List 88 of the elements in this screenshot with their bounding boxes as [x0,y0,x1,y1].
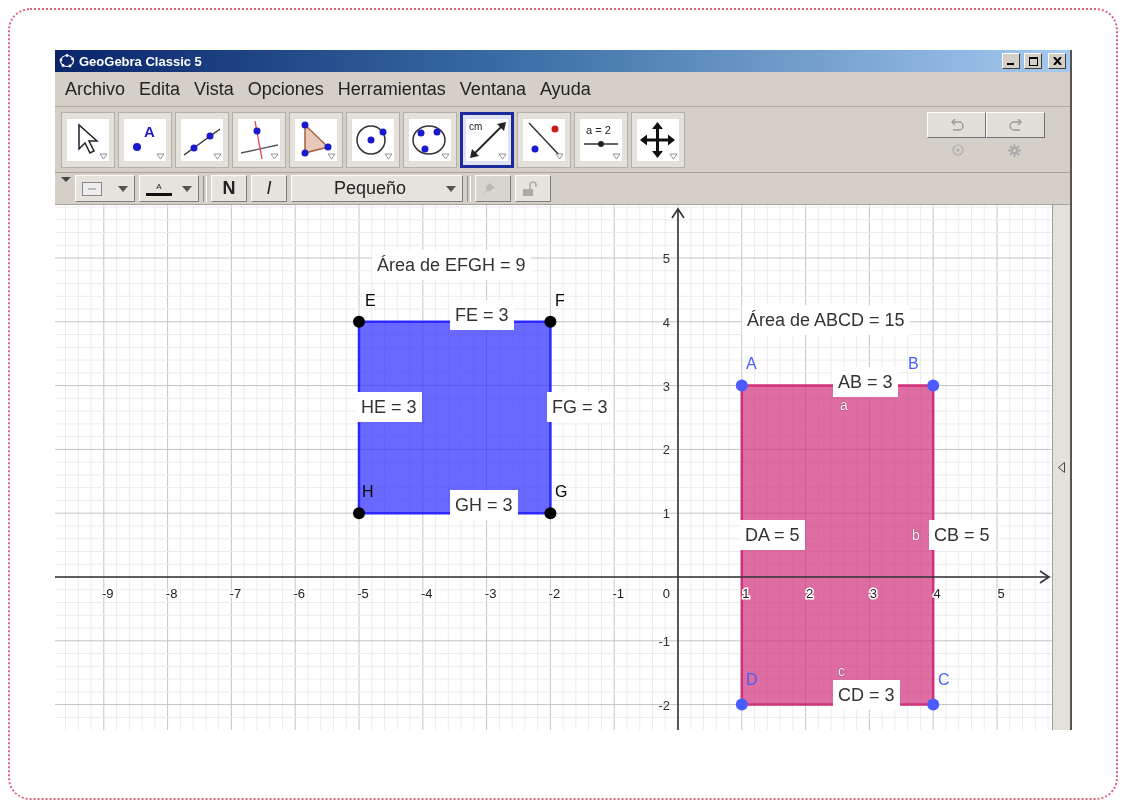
length-label: FE = 3 [450,300,514,330]
tool-button[interactable] [517,112,571,168]
menu-item[interactable]: Opciones [243,78,328,100]
axis-label: -1 [612,586,624,601]
point-label: B [908,355,919,373]
redo-button[interactable] [986,112,1045,138]
axis-label: 0 [662,586,670,601]
point-label: E [365,292,376,310]
axis-label: 2 [662,442,670,458]
area-label: Área de ABCD = 15 [742,305,910,335]
axis-label: -2 [548,586,561,601]
point-style-icon [82,181,102,196]
close-button[interactable] [1048,53,1066,69]
length-label: CB = 5 [929,520,995,550]
expand-panel-icon[interactable] [1058,462,1065,473]
segment-name: b [912,528,920,542]
point-label: H [362,483,374,501]
length-label: AB = 3 [833,367,898,397]
tool-button[interactable]: cm [460,112,514,168]
axis-label: 5 [997,586,1005,601]
length-label: HE = 3 [356,392,422,422]
axis-label: 2 [806,586,814,601]
menu-item[interactable]: Archivo [61,78,130,100]
tool-button[interactable] [289,112,343,168]
axis-label: 1 [662,506,670,522]
undo-icon [949,119,964,131]
tool-button[interactable] [631,112,685,168]
redo-icon [1008,119,1023,131]
axis-label: -6 [293,586,305,601]
axis-label: -2 [658,697,670,713]
tool-button[interactable] [346,112,400,168]
axis-label: -5 [357,586,369,601]
pin-icon [482,181,496,196]
axis-label: 4 [662,314,670,330]
point[interactable] [353,507,365,520]
segment-name: a [840,398,848,412]
point[interactable] [353,315,365,328]
axis-label: 3 [869,586,877,601]
segment-name: c [838,664,845,678]
menu-item[interactable]: Vista [190,78,238,100]
axis-label: -9 [102,586,114,601]
axis-label: -4 [421,586,433,601]
area-label: Área de EFGH = 9 [372,250,531,280]
point[interactable] [544,507,557,520]
length-label: FG = 3 [547,392,613,422]
italic-button[interactable]: I [251,175,287,202]
point-label: D [746,671,758,689]
axis-label: -1 [658,633,670,649]
window-title: GeoGebra Classic 5 [79,53,203,69]
menu-item[interactable]: Edita [135,78,185,100]
length-label: GH = 3 [450,490,518,520]
axis-label: 5 [662,251,670,266]
maximize-icon [1028,56,1038,66]
length-label: DA = 5 [740,520,805,550]
point[interactable] [544,315,557,328]
tool-button[interactable] [61,112,115,168]
caret-icon [118,185,128,192]
minimize-button[interactable] [1002,53,1020,69]
close-icon [1052,57,1062,65]
font-size-dropdown[interactable]: Pequeño [291,175,463,202]
axis-label: 1 [742,586,750,601]
lock-button[interactable] [515,175,551,202]
point-label: F [555,292,565,310]
length-label: CD = 3 [833,680,900,710]
perpendicular-line-icon [238,119,280,161]
menu-item[interactable]: Herramientas [333,78,450,100]
axis-label: -8 [165,586,178,601]
axis-label: -7 [229,586,242,601]
caret-icon [446,185,456,192]
undo-button[interactable] [927,112,986,138]
unlocked-padlock-icon [522,180,538,197]
axis-label: 3 [662,378,670,394]
menu-item[interactable]: Ventana [455,78,530,100]
tool-button[interactable]: a = 2 [574,112,628,168]
axis-label: -3 [484,586,497,601]
bold-button[interactable]: N [211,175,247,202]
app-logo-icon [59,54,75,68]
line-style-dropdown[interactable]: A [139,175,199,202]
point-label: A [746,355,757,373]
tool-button[interactable]: A [118,112,172,168]
caret-icon [182,185,192,192]
menu-item[interactable]: Ayuda [535,78,595,100]
point-label: C [938,671,950,689]
point-label: G [555,483,568,501]
point-style-dropdown[interactable] [75,175,135,202]
tool-button[interactable] [175,112,229,168]
tool-button[interactable] [403,112,457,168]
maximize-button[interactable] [1024,53,1042,69]
